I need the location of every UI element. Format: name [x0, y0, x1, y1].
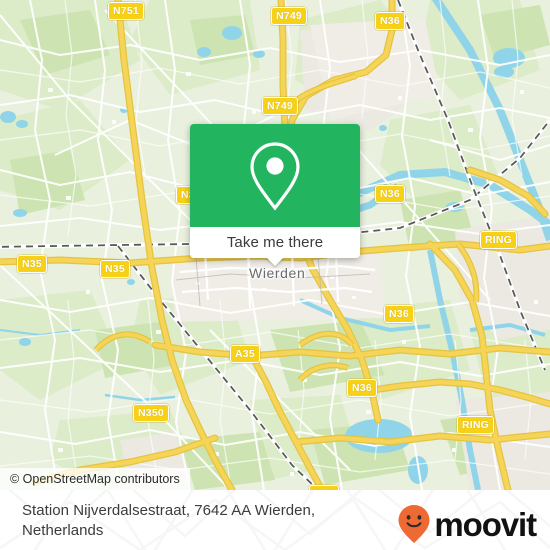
callout-action-panel[interactable]: Take me there [190, 227, 360, 266]
moovit-smiley-pin-icon [398, 505, 430, 543]
map-screenshot: N751 N749 N36 N749 N36 RING N35 N35 N36 … [0, 0, 550, 550]
road-shield-n36-top[interactable]: N36 [375, 12, 405, 30]
road-shield-n36-right[interactable]: N36 [384, 305, 414, 323]
moovit-logo[interactable]: moovit [397, 504, 537, 544]
callout-icon-panel [190, 124, 360, 227]
road-shield-ring-upper[interactable]: RING [480, 231, 518, 249]
map-canvas[interactable]: N751 N749 N36 N749 N36 RING N35 N35 N36 … [0, 0, 550, 490]
road-shield-n749-top[interactable]: N749 [271, 7, 307, 25]
osm-attribution[interactable]: © OpenStreetMap contributors [0, 468, 190, 490]
road-shield-n751-top[interactable]: N751 [108, 2, 144, 20]
road-shield-n35-left[interactable]: N35 [17, 255, 47, 273]
location-callout-card[interactable]: Take me there [190, 124, 360, 266]
road-shield-n36-mid[interactable]: N36 [375, 185, 405, 203]
road-shield-n35-mid[interactable]: N35 [100, 260, 130, 278]
footer-bar: Station Nijverdalsestraat, 7642 AA Wierd… [0, 490, 550, 550]
place-label-wierden: Wierden [249, 265, 306, 281]
callout-tail-pointer [266, 257, 284, 266]
map-pin-icon [250, 141, 300, 211]
road-shield-n350[interactable]: N350 [133, 404, 169, 422]
road-shield-n749-mid[interactable]: N749 [262, 97, 298, 115]
road-shield-a35-mid[interactable]: A35 [230, 345, 260, 363]
address-line-1: Station Nijverdalsestraat, 7642 AA Wierd… [22, 502, 316, 519]
take-me-there-label: Take me there [226, 234, 324, 251]
address-line-2: Netherlands [22, 522, 104, 539]
moovit-wordmark: moovit [434, 505, 537, 543]
road-shield-n36-lower[interactable]: N36 [347, 379, 377, 397]
road-shield-ring-lower[interactable]: RING [457, 416, 495, 434]
address-text: Station Nijverdalsestraat, 7642 AA Wierd… [22, 501, 392, 541]
